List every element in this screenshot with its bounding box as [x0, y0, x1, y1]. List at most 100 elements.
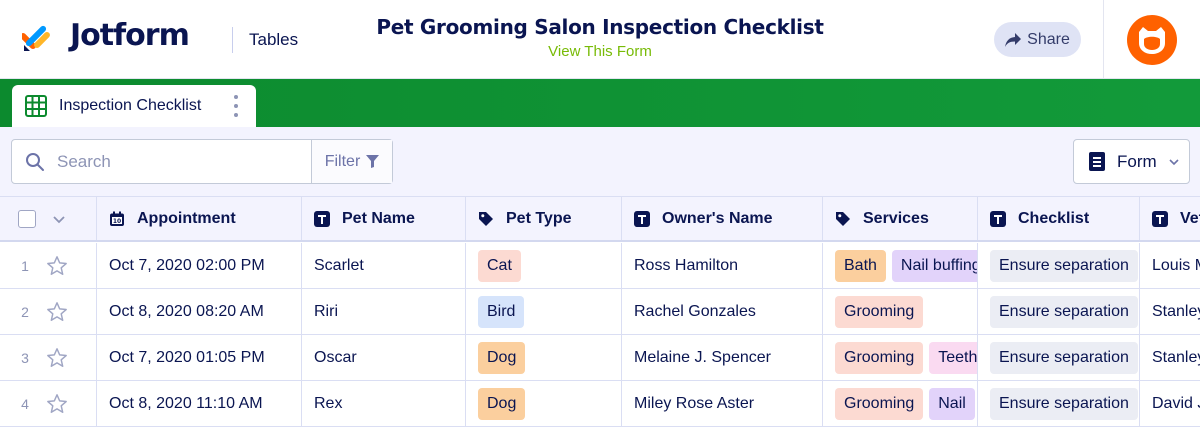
text-icon	[1152, 210, 1168, 227]
svg-text:10: 10	[113, 218, 121, 225]
column-header-vet[interactable]: Vet	[1140, 197, 1200, 240]
services-cell[interactable]: Bath Nail buffing	[823, 243, 978, 288]
search-field[interactable]	[12, 140, 312, 183]
row-selector-cell: 4	[0, 381, 97, 426]
star-icon[interactable]	[46, 255, 68, 277]
pet-name-cell[interactable]: Rex	[302, 381, 466, 426]
star-icon[interactable]	[46, 347, 68, 369]
jotform-logo-icon	[22, 25, 50, 51]
checklist-cell[interactable]: Ensure separation	[978, 381, 1140, 426]
share-arrow-icon	[1005, 32, 1022, 47]
pet-type-cell[interactable]: Dog	[466, 335, 622, 380]
table-header-row: 10 Appointment Pet Name Pet Type Owner's…	[0, 197, 1200, 242]
table-row[interactable]: 2 Oct 8, 2020 08:20 AM Riri Bird Rachel …	[0, 289, 1200, 335]
column-header-services[interactable]: Services	[823, 197, 978, 240]
select-all-cell	[0, 197, 97, 240]
table-toolbar: Filter Form	[0, 127, 1200, 197]
text-icon	[990, 210, 1006, 227]
vet-cell[interactable]: Stanley	[1140, 335, 1200, 380]
vet-cell[interactable]: Louis M	[1140, 243, 1200, 288]
column-header-pet-name[interactable]: Pet Name	[302, 197, 466, 240]
pet-type-cell[interactable]: Dog	[466, 381, 622, 426]
service-tag: Grooming	[835, 341, 924, 374]
view-form-link[interactable]: View This Form	[300, 43, 900, 60]
column-header-owners-name[interactable]: Owner's Name	[622, 197, 823, 240]
header-right-divider	[1103, 0, 1104, 79]
table-row[interactable]: 3 Oct 7, 2020 01:05 PM Oscar Dog Melaine…	[0, 335, 1200, 381]
services-cell[interactable]: Grooming Teeth	[823, 335, 978, 380]
owner-name-cell[interactable]: Melaine J. Spencer	[622, 335, 823, 380]
text-icon	[314, 210, 330, 227]
tag-icon	[479, 211, 493, 226]
services-cell[interactable]: Grooming	[823, 289, 978, 334]
services-cell[interactable]: Grooming Nail	[823, 381, 978, 426]
pet-type-cell[interactable]: Bird	[466, 289, 622, 334]
tab-inspection-checklist[interactable]: Inspection Checklist	[12, 85, 256, 127]
search-bar: Filter	[11, 139, 393, 184]
row-selector-cell: 2	[0, 289, 97, 334]
column-header-checklist[interactable]: Checklist	[978, 197, 1140, 240]
checklist-cell[interactable]: Ensure separation	[978, 243, 1140, 288]
appointment-cell[interactable]: Oct 8, 2020 11:10 AM	[97, 381, 302, 426]
filter-label: Filter	[324, 152, 361, 170]
owner-name-cell[interactable]: Ross Hamilton	[622, 243, 823, 288]
search-icon	[26, 152, 44, 171]
tab-more-options-icon[interactable]	[234, 95, 238, 117]
pet-name-cell[interactable]: Scarlet	[302, 243, 466, 288]
service-tag: Nail buffing	[891, 249, 977, 282]
row-number: 2	[21, 303, 29, 320]
top-header: Jotform Tables Pet Grooming Salon Inspec…	[0, 0, 1200, 79]
brand-name: Jotform	[70, 18, 190, 53]
appointment-cell[interactable]: Oct 7, 2020 02:00 PM	[97, 243, 302, 288]
appointment-cell[interactable]: Oct 8, 2020 08:20 AM	[97, 289, 302, 334]
service-tag: Grooming	[835, 387, 924, 420]
checklist-cell[interactable]: Ensure separation	[978, 289, 1140, 334]
chevron-down-icon	[1169, 158, 1179, 165]
table-row[interactable]: 4 Oct 8, 2020 11:10 AM Rex Dog Miley Ros…	[0, 381, 1200, 427]
pet-type-cell[interactable]: Cat	[466, 243, 622, 288]
column-label: Vet	[1180, 209, 1200, 227]
column-label: Pet Type	[506, 209, 572, 227]
chevron-down-icon[interactable]	[52, 212, 66, 226]
pet-type-tag: Bird	[478, 295, 525, 328]
column-label: Owner's Name	[662, 209, 773, 227]
row-number: 1	[21, 257, 29, 274]
share-button[interactable]: Share	[994, 22, 1081, 57]
pet-type-tag: Cat	[478, 249, 521, 282]
text-icon	[634, 210, 650, 227]
vet-cell[interactable]: Stanley	[1140, 289, 1200, 334]
vet-cell[interactable]: David J	[1140, 381, 1200, 426]
table-tab-strip: Inspection Checklist	[0, 79, 1200, 127]
search-input[interactable]	[57, 151, 287, 172]
column-label: Services	[863, 209, 929, 227]
star-icon[interactable]	[46, 301, 68, 323]
column-label: Checklist	[1018, 209, 1090, 227]
user-avatar-icon[interactable]	[1127, 15, 1177, 65]
owner-name-cell[interactable]: Rachel Gonzales	[622, 289, 823, 334]
checklist-tag: Ensure separation	[990, 341, 1138, 374]
table-row[interactable]: 1 Oct 7, 2020 02:00 PM Scarlet Cat Ross …	[0, 243, 1200, 289]
filter-button[interactable]: Filter	[312, 140, 392, 183]
jotform-logo[interactable]: Jotform	[22, 18, 190, 53]
owner-name-cell[interactable]: Miley Rose Aster	[622, 381, 823, 426]
pet-type-tag: Dog	[478, 341, 526, 374]
page-title: Pet Grooming Salon Inspection Checklist	[376, 15, 824, 39]
tab-label: Inspection Checklist	[59, 97, 202, 114]
column-header-pet-type[interactable]: Pet Type	[466, 197, 622, 240]
checklist-cell[interactable]: Ensure separation	[978, 335, 1140, 380]
select-all-checkbox[interactable]	[18, 209, 36, 228]
row-number: 4	[21, 395, 29, 412]
form-view-button[interactable]: Form	[1073, 139, 1190, 184]
service-tag: Nail	[929, 387, 975, 420]
tables-link[interactable]: Tables	[249, 30, 298, 50]
checklist-tag: Ensure separation	[990, 387, 1138, 420]
appointment-cell[interactable]: Oct 7, 2020 01:05 PM	[97, 335, 302, 380]
row-selector-cell: 1	[0, 243, 97, 288]
service-tag: Teeth	[929, 341, 977, 374]
pet-name-cell[interactable]: Oscar	[302, 335, 466, 380]
column-header-appointment[interactable]: 10 Appointment	[97, 197, 302, 240]
checklist-tag: Ensure separation	[990, 249, 1138, 282]
star-icon[interactable]	[46, 393, 68, 415]
pet-name-cell[interactable]: Riri	[302, 289, 466, 334]
checklist-tag: Ensure separation	[990, 295, 1138, 328]
